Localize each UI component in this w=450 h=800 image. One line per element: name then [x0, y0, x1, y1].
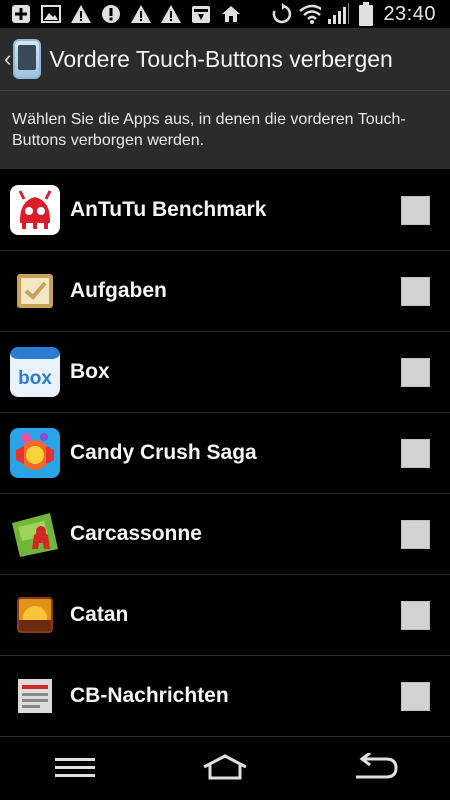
- status-bar: 23:40: [0, 0, 450, 28]
- sync-icon: [271, 3, 293, 24]
- description-text: Wählen Sie die Apps aus, in denen die vo…: [0, 91, 450, 169]
- signal-icon: [327, 3, 350, 24]
- tasks-icon: [10, 266, 60, 316]
- list-item-label: Box: [70, 360, 110, 383]
- box-app-icon: box: [10, 347, 60, 397]
- system-status-icons: 23:40: [271, 2, 450, 26]
- checkbox[interactable]: [401, 357, 430, 387]
- phone-settings-icon: [13, 39, 42, 79]
- list-item-label: AnTuTu Benchmark: [70, 198, 267, 221]
- list-item-label: Aufgaben: [70, 279, 167, 302]
- checkbox[interactable]: [401, 600, 430, 630]
- battery-icon: [355, 2, 377, 26]
- checkbox[interactable]: [401, 195, 430, 225]
- candy-crush-icon: [10, 428, 60, 478]
- carcassonne-icon: [10, 509, 60, 559]
- notification-icons: [0, 4, 242, 24]
- checkbox[interactable]: [401, 276, 430, 306]
- list-item-label: Catan: [70, 603, 129, 626]
- warning-icon: [130, 4, 152, 24]
- warning-icon: [70, 4, 92, 24]
- alert-circle-icon: [100, 4, 122, 24]
- antutu-icon: [10, 185, 60, 235]
- page-title: Vordere Touch-Buttons verbergen: [49, 45, 393, 72]
- download-box-icon: [190, 4, 212, 24]
- image-icon: [40, 4, 62, 24]
- home-button[interactable]: [195, 749, 255, 789]
- list-item-aufgaben[interactable]: Aufgaben: [0, 251, 450, 332]
- back-icon: [352, 751, 398, 786]
- menu-button[interactable]: [45, 749, 105, 789]
- chevron-left-icon: ‹: [4, 46, 12, 71]
- svg-text:box: box: [18, 368, 52, 389]
- action-bar: ‹ Vordere Touch-Buttons verbergen: [0, 28, 450, 91]
- menu-icon: [55, 756, 95, 783]
- home-icon: [220, 4, 242, 24]
- list-item-label: Carcassonne: [70, 522, 202, 545]
- home-icon: [202, 753, 248, 785]
- list-item-box[interactable]: box Box: [0, 332, 450, 413]
- clock: 23:40: [383, 2, 436, 25]
- list-item-candy-crush[interactable]: Candy Crush Saga: [0, 413, 450, 494]
- back-button[interactable]: [345, 749, 405, 789]
- list-item-cb-nachrichten[interactable]: CB-Nachrichten: [0, 656, 450, 737]
- warning-icon: [160, 4, 182, 24]
- cb-news-icon: [10, 671, 60, 721]
- checkbox[interactable]: [401, 519, 430, 549]
- app-list: AnTuTu Benchmark Aufgaben box Box Candy …: [0, 170, 450, 737]
- up-button[interactable]: ‹: [0, 28, 49, 90]
- list-item-catan[interactable]: Catan: [0, 575, 450, 656]
- list-item-carcassonne[interactable]: Carcassonne: [0, 494, 450, 575]
- wifi-icon: [299, 4, 322, 24]
- navigation-bar: [0, 738, 450, 800]
- list-item-label: CB-Nachrichten: [70, 684, 229, 707]
- catan-icon: [10, 590, 60, 640]
- list-item-label: Candy Crush Saga: [70, 441, 257, 464]
- plus-box-icon: [10, 4, 32, 24]
- checkbox[interactable]: [401, 438, 430, 468]
- checkbox[interactable]: [401, 681, 430, 711]
- list-item-antutu[interactable]: AnTuTu Benchmark: [0, 170, 450, 251]
